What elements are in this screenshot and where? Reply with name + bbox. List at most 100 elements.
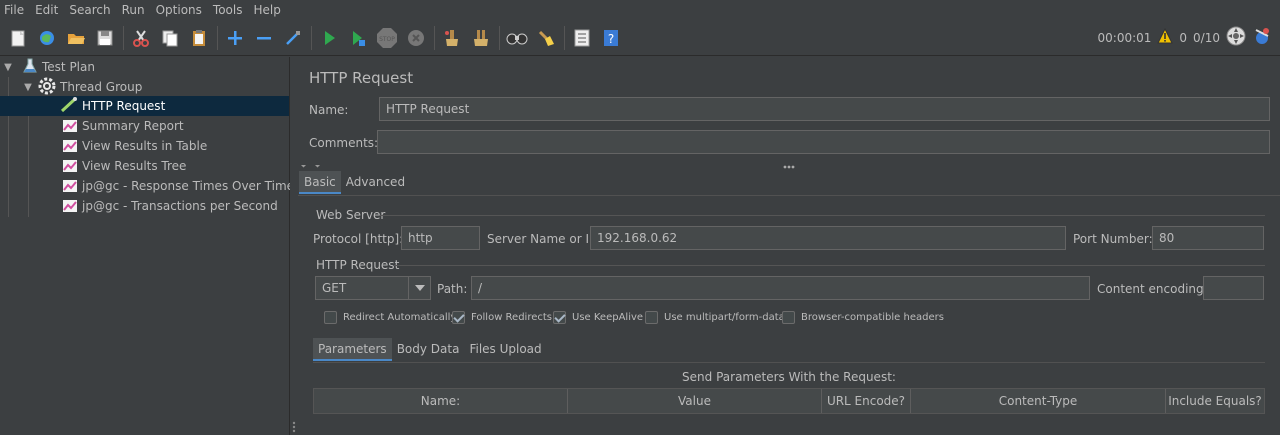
save-icon[interactable] [93, 26, 117, 50]
checkbox-box[interactable] [452, 311, 465, 324]
port-field[interactable] [1152, 226, 1264, 250]
help-icon[interactable]: ? [599, 26, 623, 50]
name-field[interactable] [379, 97, 1270, 121]
collapse-icon[interactable] [252, 26, 276, 50]
method-select[interactable]: GET [315, 276, 431, 300]
tab-body-data[interactable]: Body Data [392, 338, 465, 361]
protocol-field[interactable] [401, 226, 480, 250]
checkbox-box[interactable] [553, 311, 566, 324]
tab-basic[interactable]: Basic [299, 171, 341, 194]
page-title: HTTP Request [309, 69, 414, 87]
column-header-url-encode[interactable]: URL Encode? [822, 389, 911, 413]
tab-files-upload[interactable]: Files Upload [464, 338, 546, 361]
use-keepalive-checkbox[interactable]: Use KeepAlive [553, 311, 643, 324]
menu-file[interactable]: File [4, 3, 24, 17]
start-icon[interactable] [317, 26, 341, 50]
browser-compatible-headers-checkbox[interactable]: Browser-compatible headers [782, 311, 944, 324]
log-viewer-icon[interactable] [1252, 26, 1272, 49]
function-helper-icon[interactable] [570, 26, 594, 50]
parameters-table-header: Name: Value URL Encode? Content-Type Inc… [313, 388, 1265, 414]
tab-advanced[interactable]: Advanced [341, 171, 410, 194]
tree-item-label: View Results in Table [82, 139, 208, 153]
checkbox-box[interactable] [782, 311, 795, 324]
toolbar-separator [123, 25, 124, 50]
follow-redirects-checkbox[interactable]: Follow Redirects [452, 311, 552, 324]
toolbar-separator [311, 25, 312, 50]
http-request-editor: HTTP Request Name: Comments: Basic Advan… [298, 57, 1280, 435]
server-name-field[interactable] [590, 226, 1066, 250]
stop-icon[interactable]: STOP [375, 26, 399, 50]
checkbox-box[interactable] [645, 311, 658, 324]
menu-run[interactable]: Run [122, 3, 145, 17]
section-splitter[interactable] [298, 160, 1280, 169]
redirect-automatically-checkbox[interactable]: Redirect Automatically [324, 311, 456, 324]
content-encoding-field[interactable] [1203, 276, 1264, 300]
tree-item-thread-group[interactable]: ▼ Thread Group [0, 77, 289, 97]
toolbar-separator [434, 25, 435, 50]
chart-icon [62, 117, 78, 136]
multipart-form-data-checkbox[interactable]: Use multipart/form-data [645, 311, 785, 324]
reset-search-icon[interactable] [534, 26, 558, 50]
comments-field[interactable] [377, 130, 1270, 154]
clear-all-icon[interactable] [469, 26, 493, 50]
tree-item-test-plan[interactable]: ▼ Test Plan [0, 57, 289, 77]
pipette-icon [60, 96, 78, 116]
group-divider [380, 215, 1265, 216]
encoding-label: Content encoding: [1097, 282, 1208, 296]
menu-edit[interactable]: Edit [35, 3, 58, 17]
cut-icon[interactable] [129, 26, 153, 50]
chart-icon [62, 177, 78, 196]
thread-count: 0/10 [1193, 30, 1220, 45]
column-header-value[interactable]: Value [568, 389, 822, 413]
checkbox-label: Use KeepAlive [572, 312, 644, 323]
column-header-include-equals[interactable]: Include Equals? [1166, 389, 1264, 413]
start-no-pause-icon[interactable] [346, 26, 370, 50]
clear-icon[interactable] [440, 26, 464, 50]
http-request-group-title: HTTP Request [316, 258, 400, 272]
status-area: 00:00:01 0 0/10 [1098, 26, 1273, 49]
menu-help[interactable]: Help [253, 3, 280, 17]
column-header-name[interactable]: Name: [314, 389, 568, 413]
path-field[interactable] [471, 276, 1090, 300]
tree-item-label: jp@gc - Transactions per Second [82, 199, 278, 213]
open-icon[interactable] [64, 26, 88, 50]
new-icon[interactable] [6, 26, 30, 50]
tab-divider [298, 195, 1280, 196]
search-icon[interactable] [505, 26, 529, 50]
tree-item-summary-report[interactable]: Summary Report [0, 116, 289, 136]
tab-parameters[interactable]: Parameters [313, 338, 392, 361]
chevron-down-icon[interactable]: ▼ [2, 62, 14, 73]
paste-icon[interactable] [187, 26, 211, 50]
tree-item-view-results-tree[interactable]: View Results Tree [0, 156, 289, 176]
shutdown-icon[interactable] [404, 26, 428, 50]
tree-item-response-times[interactable]: jp@gc - Response Times Over Time [0, 176, 294, 196]
tab-divider [313, 362, 1265, 363]
toolbar-separator [499, 25, 500, 50]
tree-item-http-request[interactable]: HTTP Request [0, 96, 289, 116]
panel-splitter[interactable] [290, 57, 298, 435]
gear-icon [38, 77, 56, 98]
checkbox-label: Browser-compatible headers [801, 312, 944, 323]
name-label: Name: [309, 103, 349, 117]
remote-engines-icon[interactable] [1226, 26, 1246, 49]
tree-item-transactions-per-second[interactable]: jp@gc - Transactions per Second [0, 196, 289, 216]
toggle-icon[interactable] [281, 26, 305, 50]
chevron-down-icon[interactable] [408, 277, 430, 299]
svg-text:STOP: STOP [379, 36, 395, 43]
menu-search[interactable]: Search [69, 3, 110, 17]
expand-icon[interactable] [223, 26, 247, 50]
templates-icon[interactable] [35, 26, 59, 50]
tree-item-label: View Results Tree [82, 159, 187, 173]
checkbox-box[interactable] [324, 311, 337, 324]
tree-item-view-results-table[interactable]: View Results in Table [0, 136, 289, 156]
editor-tabs: Basic Advanced [299, 171, 410, 194]
menu-options[interactable]: Options [156, 3, 202, 17]
warning-icon[interactable] [1157, 27, 1174, 47]
toolbar-separator [217, 25, 218, 50]
menu-tools[interactable]: Tools [213, 3, 243, 17]
method-value: GET [322, 281, 347, 295]
column-header-content-type[interactable]: Content-Type [911, 389, 1166, 413]
copy-icon[interactable] [158, 26, 182, 50]
elapsed-timer: 00:00:01 [1097, 30, 1152, 45]
chevron-down-icon[interactable]: ▼ [22, 82, 34, 93]
